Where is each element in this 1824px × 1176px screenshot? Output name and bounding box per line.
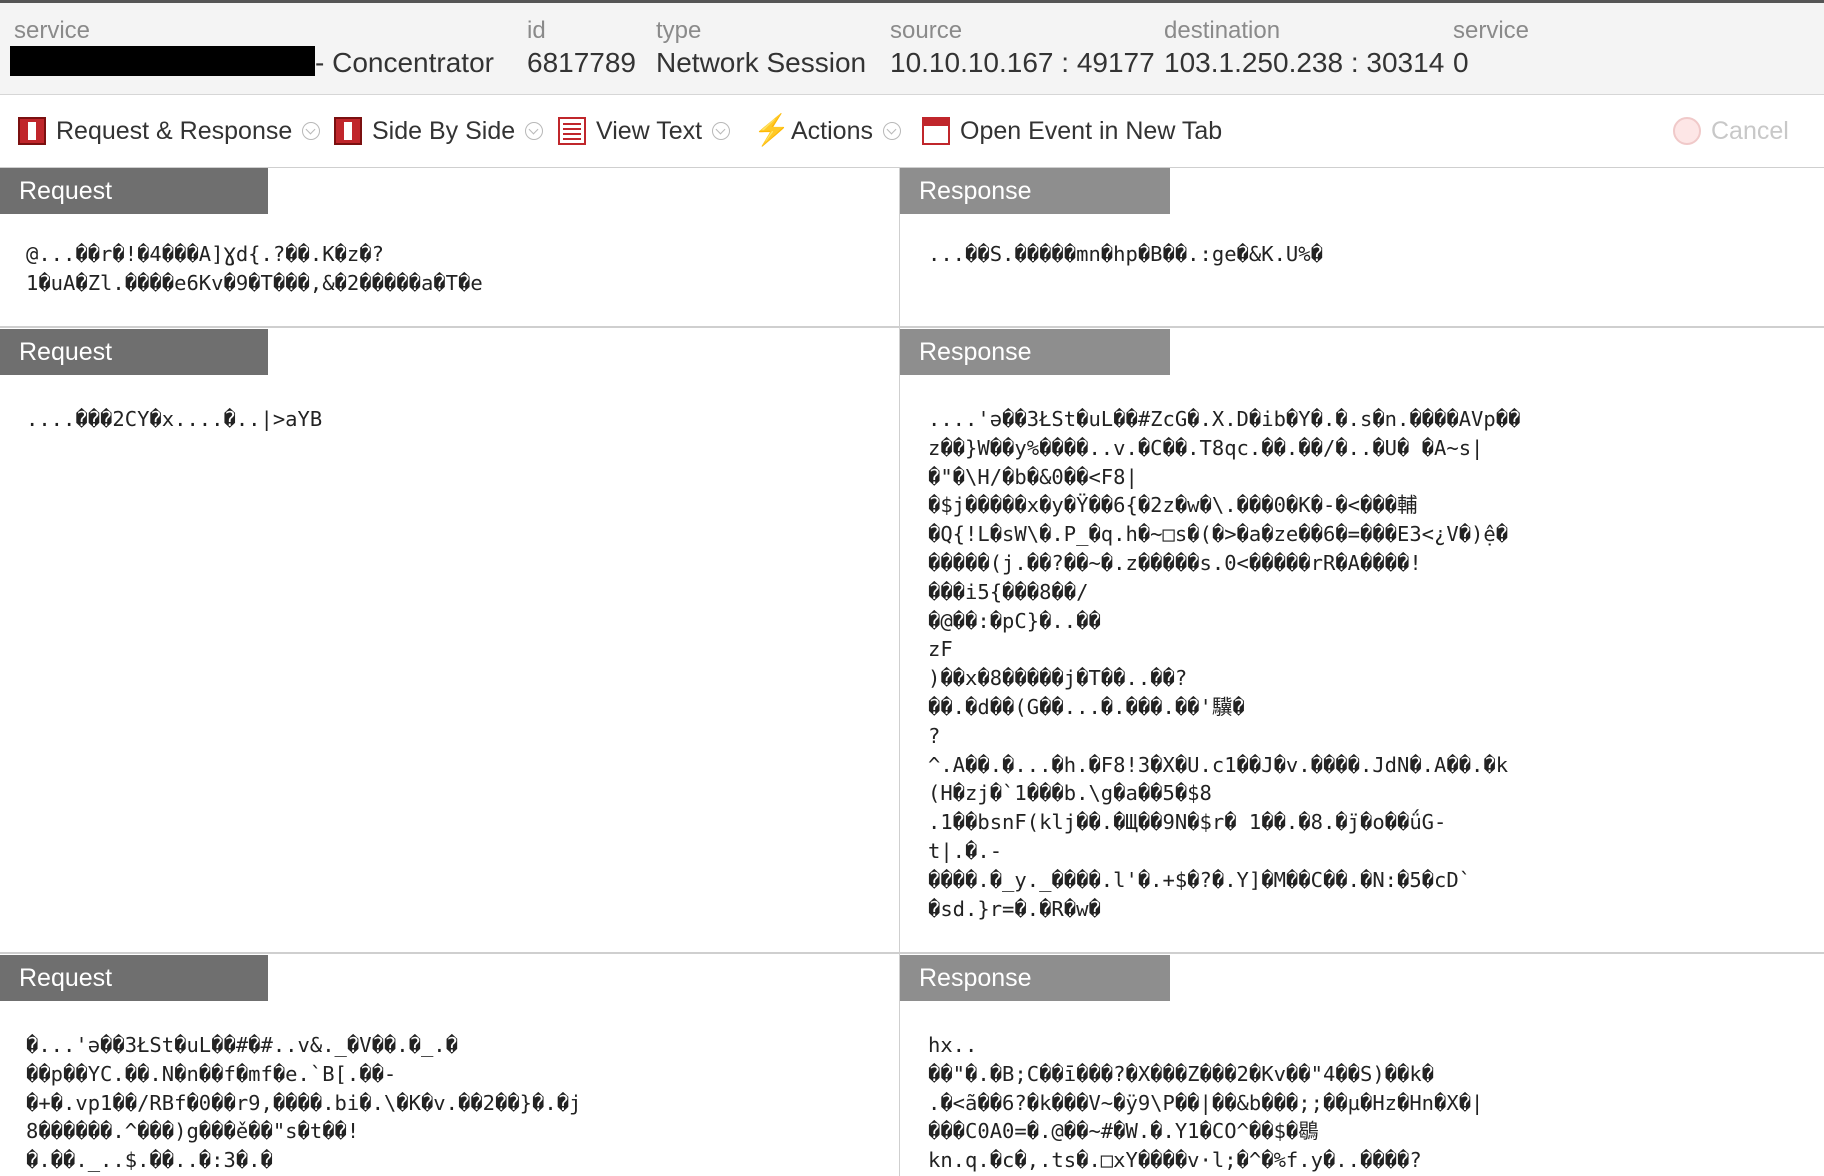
id-label: id [527,17,546,44]
request-title: Request [0,329,268,375]
request-response-label: Request & Response [56,116,293,145]
request-response-icon [18,117,46,145]
header-destination: destination 103.1.250.238 : 30314 [1164,17,1444,81]
service-label: service [14,17,91,44]
header-id: id 6817789 [527,17,636,81]
cancel-button[interactable]: Cancel [1673,113,1789,149]
source-label: source [890,17,963,44]
type-label: type [656,17,702,44]
side-by-side-button[interactable]: Side By Side [334,113,544,149]
view-text-label: View Text [596,116,703,145]
destination-value: 103.1.250.238 : 30314 [1164,47,1445,78]
response-pane: Response ...��S.�����mn�hp�B��.:ge�&K.U%… [900,168,1824,326]
request-pane: Request @...��r�!�4���A]Ɣd{.?��.K�z�? 1�… [0,168,899,326]
row-separator [0,952,1824,954]
cancel-label: Cancel [1711,116,1789,145]
response-body: ...��S.�����mn�hp�B��.:ge�&K.U%� [928,242,1323,266]
request-body: �...'ə��3ŁSt�uL��#�#..v&._�V��.�_.� ��p�… [26,1033,582,1173]
open-event-label: Open Event in New Tab [960,116,1223,145]
side-by-side-label: Side By Side [372,116,516,145]
actions-label: Actions [791,116,873,145]
service-value: - Concentrator [315,47,494,78]
redacted-service-name [10,46,315,76]
request-pane: Request ....���2CY�x....�..|>aYB [0,329,899,952]
request-body: ....���2CY�x....�..|>aYB [26,407,323,431]
id-value: 6817789 [527,47,637,78]
header-service-port: service 0 [1453,17,1529,81]
chevron-down-icon[interactable] [712,122,731,140]
response-body: hx.. ��"�.�B;C��ī���?�X���Z���2�Kv��"4��… [928,1033,1484,1173]
text-document-icon [558,117,586,145]
service-port-value: 0 [1453,47,1469,78]
header-source: source 10.10.10.167 : 49177 [890,17,1155,81]
chevron-down-icon[interactable] [302,122,321,140]
actions-button[interactable]: ⚡ Actions [753,113,901,149]
header-service: service - Concentrator [10,17,494,81]
header-type: type Network Session [656,17,866,81]
response-pane: Response hx.. ��"�.�B;C��ī���?�X���Z���2… [900,955,1824,1176]
request-title: Request [0,955,268,1001]
view-text-button[interactable]: View Text [558,113,731,149]
row-separator [0,326,1824,328]
service-port-label: service [1453,17,1530,44]
type-value: Network Session [656,47,867,78]
request-title: Request [0,168,268,214]
response-title: Response [900,168,1170,214]
response-title: Response [900,329,1170,375]
source-value: 10.10.10.167 : 49177 [890,47,1155,78]
request-body: @...��r�!�4���A]Ɣd{.?��.K�z�? 1�uA�Zl.��… [26,242,483,295]
cancel-icon [1673,117,1701,145]
event-header: service - Concentrator id 6817789 type N… [0,3,1824,95]
response-pane: Response ....'ə��3ŁSt�uL��#ZcG�.X.D�ib�Y… [900,329,1824,952]
open-event-new-tab-button[interactable]: Open Event in New Tab [922,113,1222,149]
response-body: ....'ə��3ŁSt�uL��#ZcG�.X.D�ib�Y�.�.s�n.�… [928,407,1521,921]
side-by-side-icon [334,117,362,145]
request-pane: Request �...'ə��3ŁSt�uL��#�#..v&._�V��.�… [0,955,899,1176]
request-response-button[interactable]: Request & Response [18,113,321,149]
destination-label: destination [1164,17,1281,44]
chevron-down-icon[interactable] [525,122,544,140]
response-title: Response [900,955,1170,1001]
toolbar: Request & Response Side By Side View Tex… [0,95,1824,168]
lightning-bolt-icon: ⚡ [753,114,791,147]
new-tab-icon [922,117,950,145]
chevron-down-icon[interactable] [882,122,901,140]
